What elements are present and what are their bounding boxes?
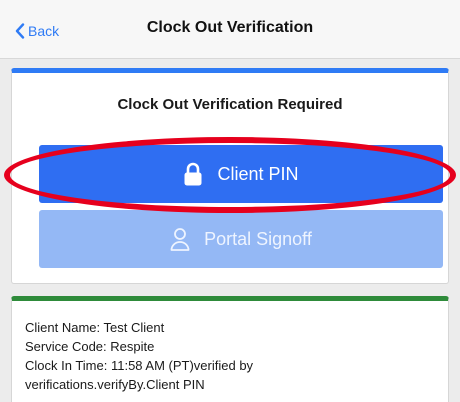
client-pin-button[interactable]: Client PIN	[39, 145, 443, 203]
verification-card: Clock Out Verification Required Client P…	[11, 68, 449, 284]
lock-icon	[184, 162, 202, 186]
navigation-bar: Back Clock Out Verification	[0, 0, 460, 59]
visit-info-text: Client Name: Test Client Service Code: R…	[25, 318, 253, 394]
portal-signoff-label: Portal Signoff	[204, 228, 312, 249]
verification-heading: Clock Out Verification Required	[117, 96, 343, 113]
person-icon	[170, 228, 190, 251]
client-pin-label: Client PIN	[217, 163, 299, 184]
service-code-line: Service Code: Respite	[25, 339, 155, 354]
clock-in-time-line: Clock In Time: 11:58 AM (PT)verified by	[25, 358, 254, 373]
verified-by-line: verifications.verifyBy.Client PIN	[25, 377, 205, 392]
client-name-line: Client Name: Test Client	[25, 320, 165, 335]
portal-signoff-button[interactable]: Portal Signoff	[39, 210, 443, 268]
page-title: Clock Out Verification	[146, 19, 314, 36]
